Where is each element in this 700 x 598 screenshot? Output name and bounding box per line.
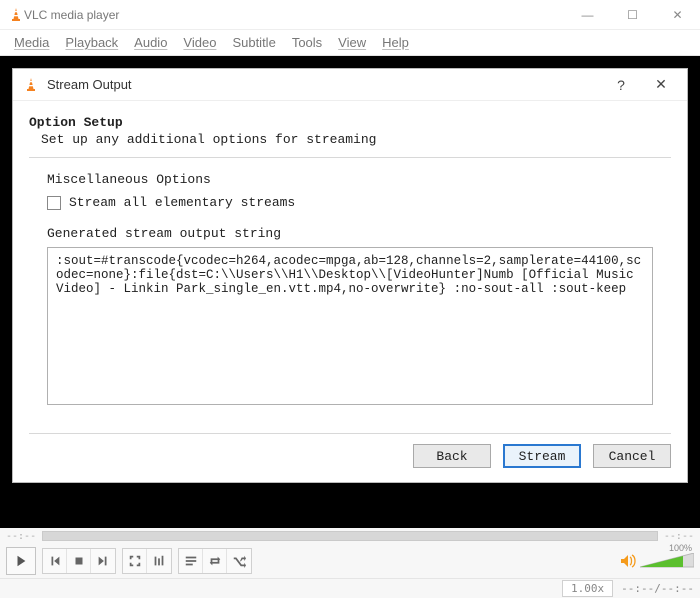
stop-button[interactable] xyxy=(67,549,91,573)
play-icon xyxy=(14,554,28,568)
menu-view[interactable]: View xyxy=(332,33,372,52)
volume-control: 100% xyxy=(620,553,694,569)
seek-bar-row: --:-- --:-- xyxy=(0,528,700,544)
divider xyxy=(29,433,671,434)
menu-playback[interactable]: Playback xyxy=(59,33,124,52)
stream-button[interactable]: Stream xyxy=(503,444,581,468)
window-minimize-button[interactable]: — xyxy=(565,0,610,30)
volume-percent-label: 100% xyxy=(669,543,692,553)
dialog-body: Option Setup Set up any additional optio… xyxy=(13,101,687,434)
window-close-button[interactable]: ✕ xyxy=(655,0,700,30)
window-titlebar: VLC media player — ☐ ✕ xyxy=(0,0,700,30)
extended-settings-button[interactable] xyxy=(147,549,171,573)
menu-tools[interactable]: Tools xyxy=(286,33,328,52)
next-button[interactable] xyxy=(91,549,115,573)
stream-all-label: Stream all elementary streams xyxy=(69,195,295,210)
menubar: Media Playback Audio Video Subtitle Tool… xyxy=(0,30,700,56)
misc-options-label: Miscellaneous Options xyxy=(29,172,671,187)
stream-output-dialog: Stream Output ? ✕ Option Setup Set up an… xyxy=(12,68,688,483)
dialog-button-row: Back Stream Cancel xyxy=(13,444,687,482)
divider xyxy=(29,157,671,158)
menu-video[interactable]: Video xyxy=(177,33,222,52)
generated-string-label: Generated stream output string xyxy=(29,226,671,241)
loop-icon xyxy=(208,554,222,568)
window-maximize-button[interactable]: ☐ xyxy=(610,0,655,30)
menu-help[interactable]: Help xyxy=(376,33,415,52)
next-icon xyxy=(96,554,110,568)
stop-icon xyxy=(72,554,86,568)
vlc-cone-icon xyxy=(23,77,39,93)
dialog-title: Stream Output xyxy=(47,77,132,92)
cancel-button[interactable]: Cancel xyxy=(593,444,671,468)
playlist-button[interactable] xyxy=(179,549,203,573)
menu-subtitle[interactable]: Subtitle xyxy=(226,33,281,52)
equalizer-icon xyxy=(152,554,166,568)
player-controls: 100% xyxy=(0,544,700,578)
window-title: VLC media player xyxy=(24,8,565,22)
view-button-group xyxy=(122,548,172,574)
loop-button[interactable] xyxy=(203,549,227,573)
generated-string-textarea[interactable]: :sout=#transcode{vcodec=h264,acodec=mpga… xyxy=(47,247,653,405)
dialog-titlebar: Stream Output ? ✕ xyxy=(13,69,687,101)
elapsed-time-label: --:-- xyxy=(6,531,36,542)
dialog-close-button[interactable]: ✕ xyxy=(645,71,677,99)
dialog-help-button[interactable]: ? xyxy=(605,71,637,99)
total-time-label: --:-- xyxy=(664,531,694,542)
prev-button[interactable] xyxy=(43,549,67,573)
fullscreen-icon xyxy=(128,554,142,568)
fullscreen-button[interactable] xyxy=(123,549,147,573)
vlc-cone-icon xyxy=(8,7,24,23)
stream-all-checkbox[interactable] xyxy=(47,196,61,210)
shuffle-button[interactable] xyxy=(227,549,251,573)
playlist-button-group xyxy=(178,548,252,574)
play-button[interactable] xyxy=(6,547,36,575)
status-bar: 1.00x --:--/--:-- xyxy=(0,578,700,598)
back-button[interactable]: Back xyxy=(413,444,491,468)
option-setup-heading: Option Setup xyxy=(29,115,671,130)
playlist-icon xyxy=(184,554,198,568)
menu-media[interactable]: Media xyxy=(8,33,55,52)
seek-slider[interactable] xyxy=(42,531,658,541)
prev-icon xyxy=(48,554,62,568)
stream-all-row: Stream all elementary streams xyxy=(29,195,671,210)
shuffle-icon xyxy=(232,554,246,568)
speaker-icon[interactable] xyxy=(620,554,636,568)
option-setup-subheading: Set up any additional options for stream… xyxy=(29,130,671,147)
nav-button-group xyxy=(42,548,116,574)
playback-time: --:--/--:-- xyxy=(621,582,694,595)
menu-audio[interactable]: Audio xyxy=(128,33,173,52)
volume-slider[interactable] xyxy=(640,553,694,569)
playback-speed[interactable]: 1.00x xyxy=(562,580,613,597)
